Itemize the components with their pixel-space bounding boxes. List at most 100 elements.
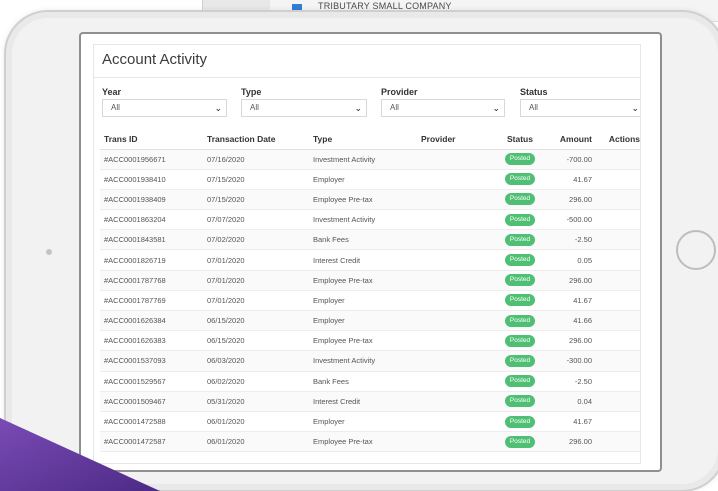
filter-year-value: All (111, 103, 120, 112)
filter-status-select[interactable]: All ⌄ (520, 99, 640, 117)
status-cell: Posted (492, 330, 548, 352)
trans-id-cell: #ACC0001826719 (100, 249, 203, 271)
status-badge: Posted (504, 334, 536, 347)
provider-cell (417, 330, 492, 352)
type-cell: Bank Fees (309, 229, 417, 251)
status-badge: Posted (504, 415, 536, 428)
status-cell: Posted (492, 169, 548, 190)
status-badge: Posted (504, 193, 536, 206)
filter-type-select[interactable]: All ⌄ (241, 99, 367, 117)
status-cell: Posted (492, 391, 548, 412)
actions-cell[interactable] (596, 330, 640, 352)
type-cell: Interest Credit (309, 249, 417, 271)
column-header[interactable]: Type (309, 129, 417, 150)
table-row[interactable]: #ACC0001787769 07/01/2020 Employer Posted 41… (100, 290, 640, 312)
status-cell: Posted (492, 350, 548, 372)
transaction-date-cell: 06/01/2020 (203, 411, 309, 433)
home-button[interactable] (676, 230, 716, 270)
status-badge: Posted (504, 153, 536, 166)
provider-cell (417, 209, 492, 231)
amount-cell: 0.04 (548, 391, 596, 412)
status-badge: Posted (504, 254, 536, 267)
actions-cell[interactable] (596, 350, 640, 372)
actions-cell[interactable] (596, 431, 640, 453)
type-cell: Employee Pre-tax (309, 431, 417, 453)
title-divider (94, 77, 640, 78)
filter-year-select[interactable]: All ⌄ (102, 99, 227, 117)
actions-cell[interactable] (596, 209, 640, 231)
trans-id-cell: #ACC0001843581 (100, 229, 203, 251)
table-row[interactable]: #ACC0001537093 06/03/2020 Investment Activ… (100, 350, 640, 372)
transaction-date-cell: 07/07/2020 (203, 209, 309, 231)
table-row[interactable]: #ACC0001843581 07/02/2020 Bank Fees Posted -… (100, 229, 640, 251)
table-row[interactable]: #ACC0001938410 07/15/2020 Employer Posted 41… (100, 169, 640, 190)
amount-cell: 296.00 (548, 189, 596, 211)
filter-provider-select[interactable]: All ⌄ (381, 99, 505, 117)
transaction-date-cell: 07/01/2020 (203, 249, 309, 271)
transaction-date-cell: 07/15/2020 (203, 169, 309, 190)
table-row[interactable]: #ACC0001472587 06/01/2020 Employee Pre-tax… (100, 431, 640, 453)
actions-cell[interactable] (596, 149, 640, 170)
transaction-date-cell: 07/01/2020 (203, 290, 309, 312)
column-header[interactable]: Transaction Date (203, 129, 309, 150)
table-row[interactable]: #ACC0001626383 06/15/2020 Employee Pre-tax… (100, 330, 640, 352)
column-header[interactable]: Amount (548, 129, 596, 150)
filter-provider-label: Provider (381, 87, 418, 97)
provider-cell (417, 411, 492, 433)
actions-cell[interactable] (596, 290, 640, 312)
amount-cell: 296.00 (548, 431, 596, 453)
table-row[interactable]: #ACC0001472588 06/01/2020 Employer Posted 41… (100, 411, 640, 433)
status-cell: Posted (492, 411, 548, 433)
actions-cell[interactable] (596, 169, 640, 190)
page-title: Account Activity (102, 51, 208, 68)
status-badge: Posted (504, 213, 536, 226)
type-cell: Employer (309, 290, 417, 312)
transaction-date-cell: 06/15/2020 (203, 310, 309, 332)
status-cell: Posted (492, 371, 548, 392)
table-row[interactable]: #ACC0001787768 07/01/2020 Employee Pre-tax… (100, 270, 640, 291)
table-row[interactable]: #ACC0001509467 05/31/2020 Interest Credit P… (100, 391, 640, 412)
actions-cell[interactable] (596, 189, 640, 211)
amount-cell: -2.50 (548, 371, 596, 392)
amount-cell: 41.67 (548, 169, 596, 190)
actions-cell[interactable] (596, 310, 640, 332)
status-badge: Posted (504, 375, 536, 388)
provider-cell (417, 270, 492, 291)
column-header[interactable]: Provider (417, 129, 492, 150)
chevron-down-icon: ⌄ (354, 103, 362, 113)
provider-cell (417, 290, 492, 312)
table-row[interactable]: #ACC0001938409 07/15/2020 Employee Pre-tax… (100, 189, 640, 211)
actions-cell[interactable] (596, 411, 640, 433)
provider-cell (417, 431, 492, 453)
table-row[interactable]: #ACC0001529567 06/02/2020 Bank Fees Posted -… (100, 371, 640, 392)
status-cell: Posted (492, 249, 548, 271)
type-cell: Investment Activity (309, 209, 417, 231)
provider-cell (417, 169, 492, 190)
status-cell: Posted (492, 431, 548, 453)
transaction-date-cell: 07/15/2020 (203, 189, 309, 211)
transaction-date-cell: 06/03/2020 (203, 350, 309, 372)
table-row[interactable]: #ACC0001863204 07/07/2020 Investment Activ… (100, 209, 640, 231)
table-row[interactable]: #ACC0001826719 07/01/2020 Interest Credit P… (100, 249, 640, 271)
status-badge: Posted (504, 314, 536, 327)
actions-cell[interactable] (596, 391, 640, 412)
table-row[interactable]: #ACC0001956671 07/16/2020 Investment Activ… (100, 149, 640, 170)
account-activity-card: Account Activity Year All ⌄ Type All ⌄ P… (93, 44, 641, 464)
actions-cell[interactable] (596, 371, 640, 392)
amount-cell: 296.00 (548, 270, 596, 291)
status-cell: Posted (492, 209, 548, 231)
actions-cell[interactable] (596, 270, 640, 291)
actions-cell[interactable] (596, 249, 640, 271)
column-header[interactable]: Trans ID (100, 129, 203, 150)
column-header[interactable]: Actions (596, 129, 640, 150)
amount-cell: 41.67 (548, 290, 596, 312)
actions-cell[interactable] (596, 229, 640, 251)
activity-table: Trans ID Transaction Date Type Provider … (100, 129, 640, 453)
table-row[interactable]: #ACC0001626384 06/15/2020 Employer Posted 41… (100, 310, 640, 332)
transaction-date-cell: 06/15/2020 (203, 330, 309, 352)
type-cell: Employer (309, 411, 417, 433)
trans-id-cell: #ACC0001529567 (100, 371, 203, 392)
transaction-date-cell: 07/16/2020 (203, 149, 309, 170)
trans-id-cell: #ACC0001787768 (100, 270, 203, 291)
column-header[interactable]: Status (492, 129, 548, 150)
